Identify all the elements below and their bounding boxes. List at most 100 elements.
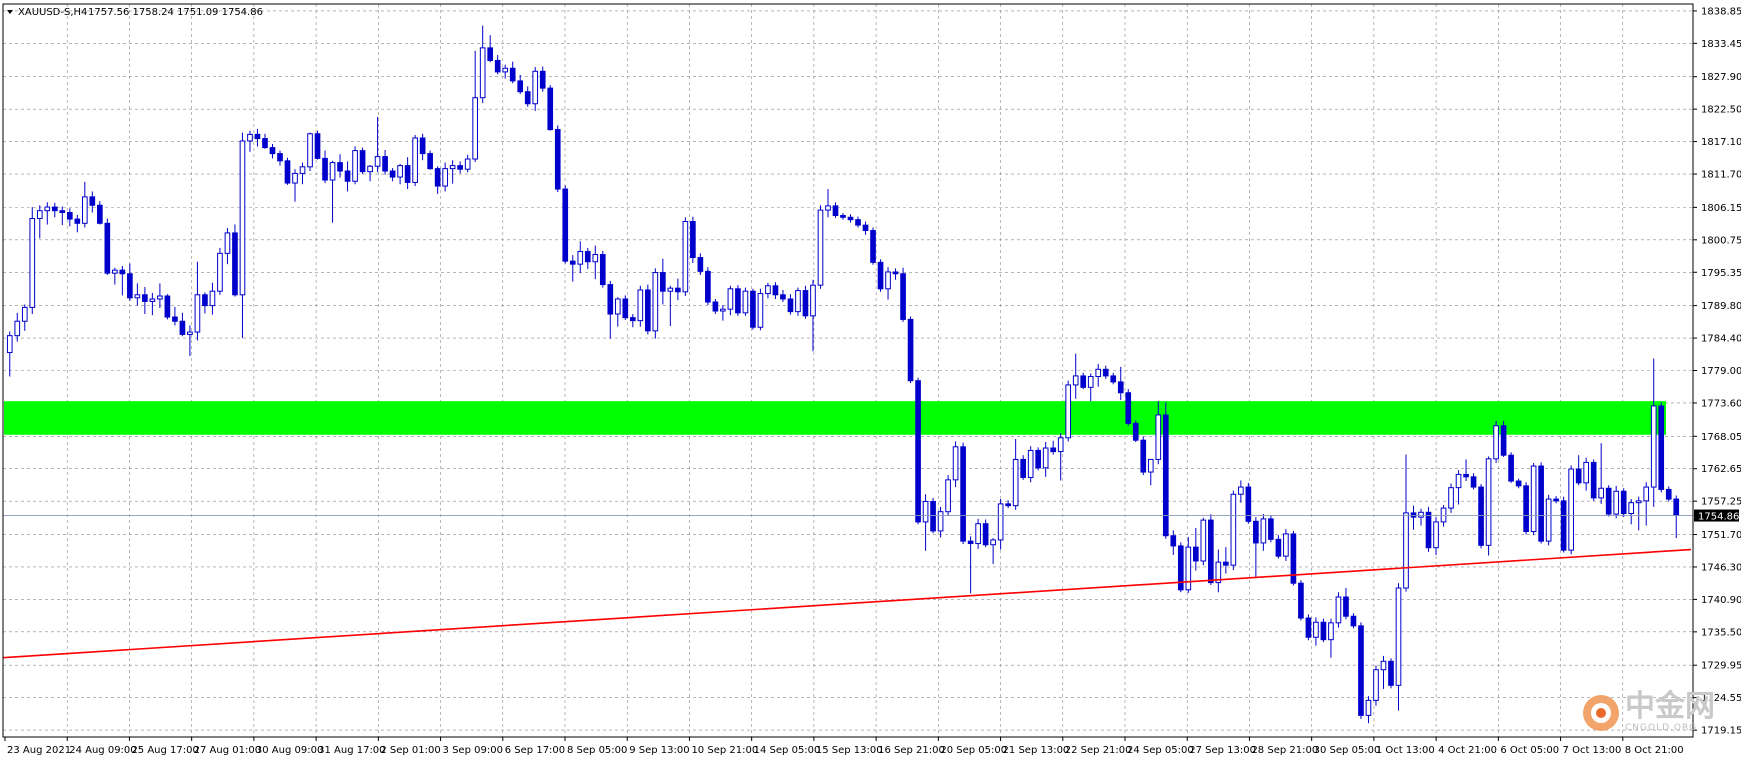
time-axis[interactable]: 23 Aug 202124 Aug 09:0025 Aug 17:0027 Au… <box>4 737 1684 756</box>
y-tick-label: 1784.40 <box>1701 334 1741 345</box>
candle-body <box>697 257 704 272</box>
candle-body <box>975 523 981 545</box>
candle-body <box>652 272 659 332</box>
candle-body <box>1095 368 1102 378</box>
candle-body <box>434 168 441 187</box>
candle-body <box>344 170 351 182</box>
candle-body <box>1620 490 1627 514</box>
candle-body <box>1673 498 1680 516</box>
candle-body <box>1238 486 1244 495</box>
candle-body <box>930 500 936 532</box>
candle-body <box>1665 488 1672 500</box>
candle-body <box>172 316 178 322</box>
candle-body <box>1598 487 1605 499</box>
candle-body <box>517 80 524 93</box>
candle-body <box>720 308 726 312</box>
candle-body <box>1080 375 1087 388</box>
candle-body <box>614 298 621 315</box>
candle-body <box>449 165 456 170</box>
candle-body <box>960 446 966 542</box>
x-tick-label: 21 Sep 13:00 <box>1003 745 1070 756</box>
candle-body <box>1650 405 1657 488</box>
candle-body <box>224 232 231 254</box>
candle-body <box>817 209 824 286</box>
chart-canvas[interactable]: 1838.85 1833.45 1827.90 1822.50 1817.10 1811.… <box>0 0 1741 764</box>
candle-body <box>622 298 629 319</box>
candle-body <box>51 206 58 212</box>
candle-body <box>907 318 914 382</box>
x-tick-label: 30 Sep 05:00 <box>1314 745 1381 756</box>
candle-body <box>997 503 1004 541</box>
candle-body <box>457 165 463 170</box>
candle-body <box>892 271 899 275</box>
x-tick-label: 16 Sep 21:00 <box>878 745 945 756</box>
price-chart[interactable]: 1838.85 1833.45 1827.90 1822.50 1817.10 1811.… <box>0 0 1741 764</box>
candle-body <box>1065 384 1072 439</box>
candle-body <box>292 172 298 184</box>
y-tick-label: 1735.50 <box>1701 627 1741 638</box>
candle-body <box>142 294 148 302</box>
price-axis[interactable]: 1838.85 1833.45 1827.90 1822.50 1817.10 1811.… <box>1693 6 1741 737</box>
candle-body <box>397 165 403 178</box>
candle-body <box>352 150 358 182</box>
candle-body <box>247 133 253 142</box>
candle-body <box>592 254 599 263</box>
candle-body <box>1493 425 1499 460</box>
candle-body <box>840 214 846 218</box>
candle-body <box>727 288 734 310</box>
candle-body <box>1425 511 1432 549</box>
candle-body <box>1583 461 1589 484</box>
candle-body <box>1605 487 1612 515</box>
candle-body <box>239 140 246 296</box>
candle-body <box>36 210 43 219</box>
chart-symbol: XAUUSD-S,H4 <box>18 7 87 18</box>
candle-body <box>1162 414 1169 537</box>
x-tick-label: 10 Sep 21:00 <box>691 745 758 756</box>
candle-body <box>1200 519 1207 562</box>
candle-body <box>1613 490 1620 515</box>
candle-body <box>1455 473 1462 489</box>
candle-body <box>1320 621 1327 641</box>
candle-body <box>104 222 111 274</box>
candle-body <box>1132 422 1139 441</box>
candle-body <box>1448 487 1454 509</box>
x-tick-label: 31 Aug 17:00 <box>318 745 385 756</box>
candle-body <box>134 294 141 299</box>
candle-body <box>1538 465 1544 542</box>
candle-body <box>982 523 989 546</box>
candle-body <box>952 446 959 481</box>
candle-body <box>374 156 381 167</box>
candle-body <box>1478 486 1484 546</box>
x-tick-label: 24 Sep 05:00 <box>1127 745 1194 756</box>
candle-body <box>262 138 268 149</box>
candle-body <box>1177 545 1184 591</box>
candle-body <box>1117 381 1124 394</box>
candle-body <box>427 153 433 170</box>
x-tick-label: 14 Sep 05:00 <box>754 745 821 756</box>
candle-body <box>464 158 471 170</box>
candle-body <box>337 162 343 172</box>
dropdown-arrow-icon[interactable] <box>7 10 13 14</box>
x-tick-label: 6 Sep 17:00 <box>505 745 565 756</box>
candle-body <box>1102 368 1109 377</box>
x-tick-label: 2 Sep 01:00 <box>380 745 440 756</box>
y-tick-label: 1838.85 <box>1701 6 1741 17</box>
candle-body <box>314 133 321 159</box>
candle-body <box>1253 520 1259 544</box>
y-tick-label: 1762.65 <box>1701 464 1741 475</box>
candle-body <box>554 129 561 190</box>
candle-body <box>389 170 396 178</box>
candle-body <box>637 289 644 322</box>
cngold-logo-icon <box>1583 694 1619 731</box>
candle-body <box>487 47 494 61</box>
candle-body <box>59 210 66 213</box>
x-tick-label: 8 Oct 21:00 <box>1625 745 1684 756</box>
chart-header: XAUUSD-S,H4 1757.56 1758.24 1751.09 1754.… <box>7 7 263 18</box>
y-tick-label: 1773.60 <box>1701 398 1741 409</box>
candle-body <box>44 206 51 212</box>
candle-body <box>81 196 88 224</box>
candle-body <box>307 133 313 168</box>
x-tick-label: 4 Oct 21:00 <box>1438 745 1497 756</box>
candle-body <box>1268 518 1274 540</box>
x-tick-label: 23 Aug 2021 <box>7 745 71 756</box>
